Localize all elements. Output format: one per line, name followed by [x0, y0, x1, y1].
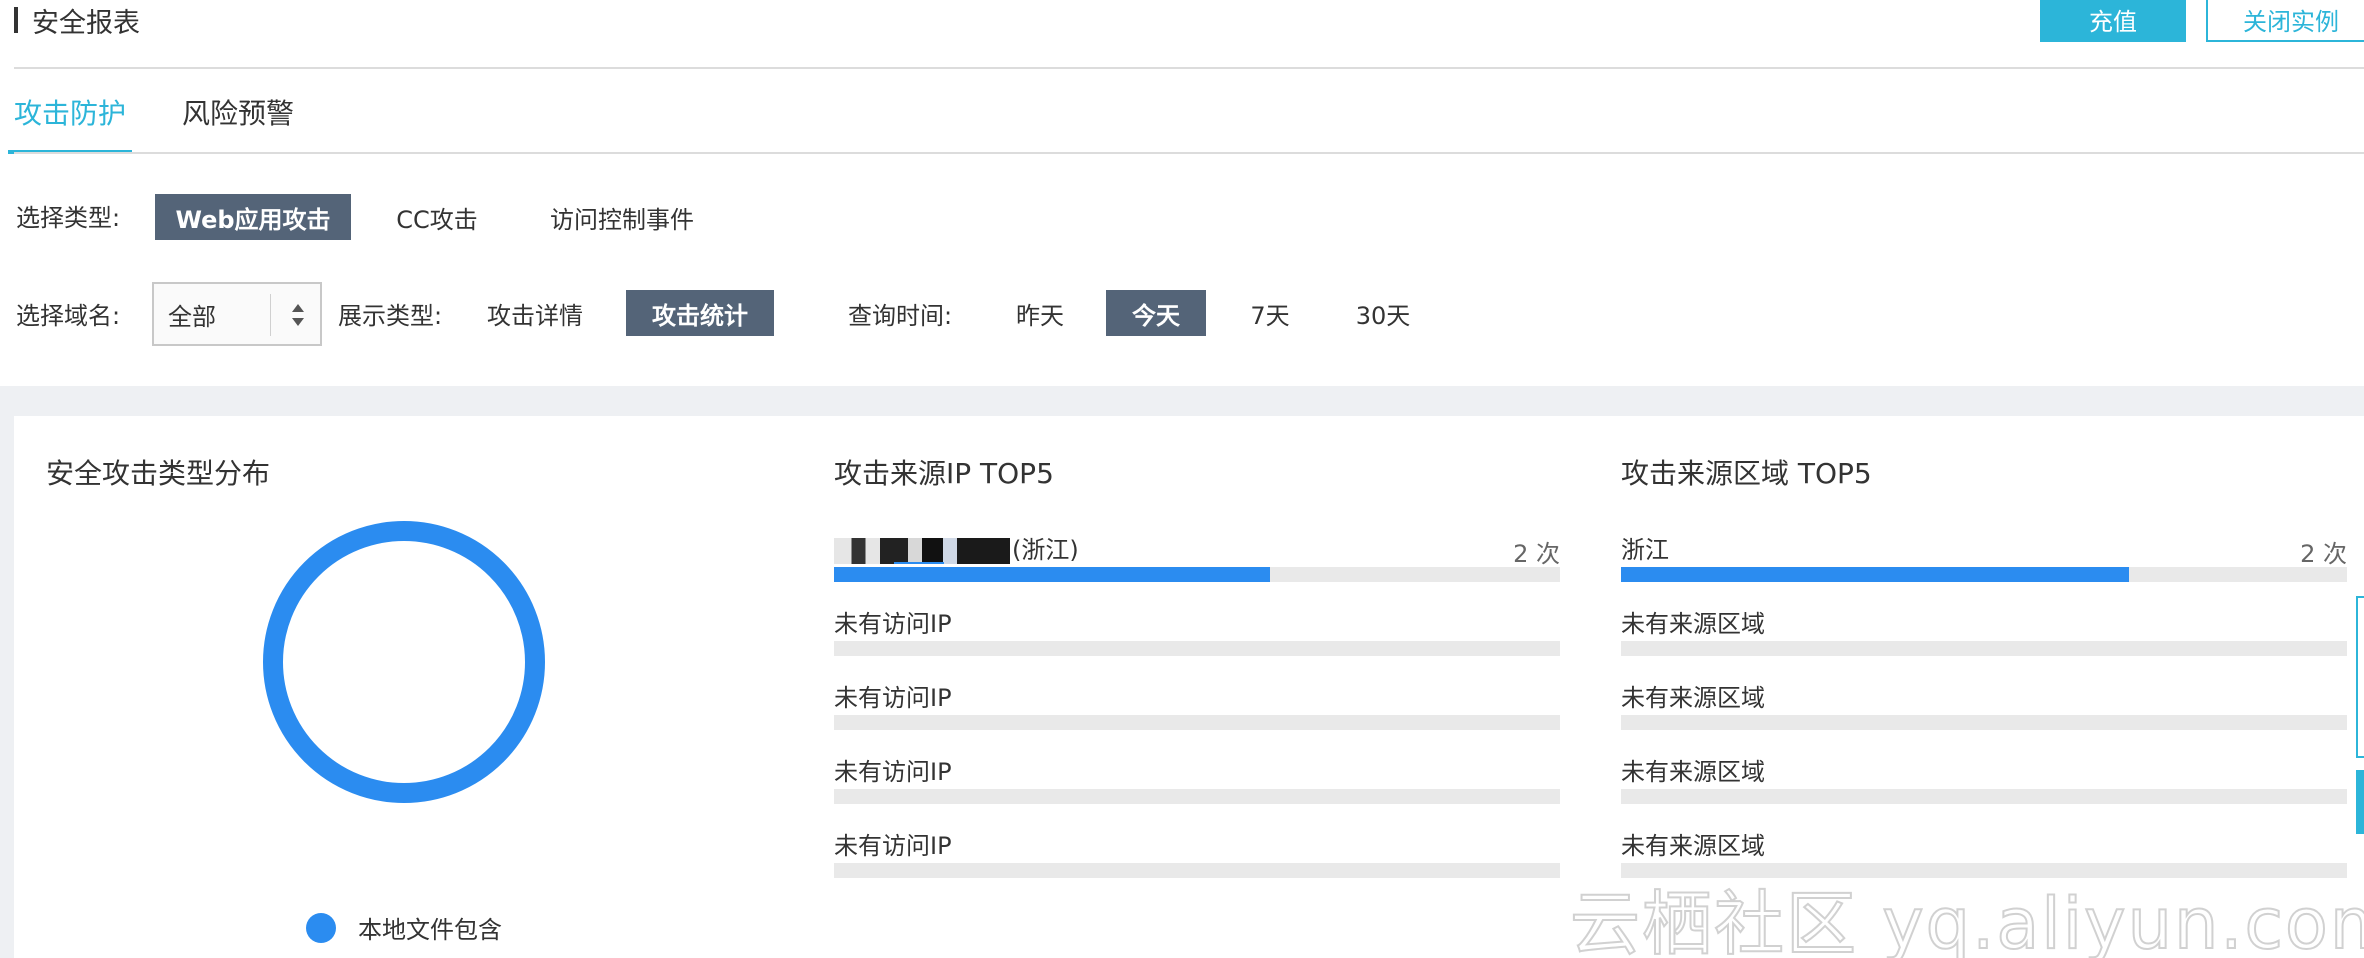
title-marker	[14, 7, 18, 33]
region-row-bar-track	[1621, 567, 2347, 582]
ip-row-label: 未有访问IP	[834, 678, 952, 713]
region-top5-title: 攻击来源区域 TOP5	[1621, 457, 1872, 490]
ip-row-label: 未有访问IP	[834, 604, 952, 639]
ip-row-bar-track	[834, 715, 1560, 730]
display-type-label: 展示类型:	[338, 302, 443, 330]
type-option-cc-attack[interactable]: CC攻击	[380, 194, 494, 240]
donut-legend: 本地文件包含	[306, 910, 502, 945]
masked-ip-image	[834, 538, 1010, 564]
close-instance-button[interactable]: 关闭实例	[2206, 0, 2364, 42]
page-header: 安全报表	[14, 0, 140, 40]
region-row-bar-track	[1621, 715, 2347, 730]
ip-row-text: 未有访问IP	[834, 610, 952, 638]
tab-attack-protection[interactable]: 攻击防护	[7, 70, 133, 154]
region-row-label: 未有来源区域	[1621, 604, 1765, 639]
ip-row-count: 2 次	[1513, 540, 1560, 568]
type-option-web-attack[interactable]: Web应用攻击	[155, 194, 351, 240]
time-option-today[interactable]: 今天	[1106, 290, 1206, 336]
time-option-30days[interactable]: 30天	[1336, 290, 1430, 336]
tab-risk-warning[interactable]: 风险预警	[182, 70, 294, 154]
time-option-7days[interactable]: 7天	[1230, 290, 1310, 336]
region-row-label: 未有来源区域	[1621, 752, 1765, 787]
ip-row-text: (浙江)	[1012, 536, 1079, 564]
region-row-bar-track	[1621, 789, 2347, 804]
time-filter-label: 查询时间:	[848, 302, 953, 330]
tab-bar: 攻击防护 风险预警	[7, 70, 350, 154]
display-option-detail[interactable]: 攻击详情	[474, 290, 596, 336]
divider	[14, 67, 2364, 69]
divider	[14, 152, 2364, 154]
region-row-text: 未有来源区域	[1621, 684, 1765, 712]
region-row-count: 2 次	[2300, 540, 2347, 568]
region-row-label: 未有来源区域	[1621, 678, 1765, 713]
distribution-title: 安全攻击类型分布	[46, 457, 271, 490]
type-option-access-control[interactable]: 访问控制事件	[540, 194, 704, 240]
ip-row-text: 未有访问IP	[834, 758, 952, 786]
ip-top5-title: 攻击来源IP TOP5	[834, 457, 1054, 490]
ip-row-label: (浙江)	[834, 530, 1079, 565]
region-row-bar-fill	[1621, 567, 2130, 582]
ip-row-bar-track	[834, 789, 1560, 804]
ip-row-bar-fill	[834, 567, 1270, 582]
filter-panel: 安全报表 充值 关闭实例 攻击防护 风险预警 选择类型: Web应用攻击 CC攻…	[0, 0, 2364, 386]
page-title: 安全报表	[32, 7, 140, 39]
sort-arrows-icon	[292, 304, 304, 326]
ip-row-text: 未有访问IP	[834, 684, 952, 712]
legend-label: 本地文件包含	[358, 916, 502, 944]
domain-select-value: 全部	[168, 302, 216, 331]
domain-select[interactable]: 全部	[152, 282, 322, 346]
donut-slice-local-file-inclusion	[263, 521, 545, 803]
ip-row-label: 未有访问IP	[834, 752, 952, 787]
watermark: 云栖社区 yq.aliyun.com	[1569, 882, 2364, 958]
display-option-stats[interactable]: 攻击统计	[626, 290, 774, 336]
side-widget-button[interactable]	[2356, 770, 2364, 834]
region-row-text: 浙江	[1621, 536, 1669, 564]
ip-row-bar-track	[834, 641, 1560, 656]
time-option-yesterday[interactable]: 昨天	[1000, 290, 1080, 336]
ip-row-bar-track	[834, 567, 1560, 582]
type-filter-label: 选择类型:	[16, 204, 121, 232]
attack-type-donut-chart	[263, 521, 545, 803]
region-row-bar-track	[1621, 641, 2347, 656]
region-row-label: 浙江	[1621, 530, 1669, 565]
domain-filter-label: 选择域名:	[16, 302, 121, 330]
region-row-text: 未有来源区域	[1621, 832, 1765, 860]
region-row-text: 未有来源区域	[1621, 758, 1765, 786]
recharge-button[interactable]: 充值	[2040, 0, 2186, 42]
ip-row-bar-track	[834, 863, 1560, 878]
side-widget[interactable]	[2356, 596, 2364, 758]
legend-swatch	[306, 912, 336, 943]
ip-row-text: 未有访问IP	[834, 832, 952, 860]
region-row-text: 未有来源区域	[1621, 610, 1765, 638]
ip-row-label: 未有访问IP	[834, 826, 952, 861]
region-row-label: 未有来源区域	[1621, 826, 1765, 861]
